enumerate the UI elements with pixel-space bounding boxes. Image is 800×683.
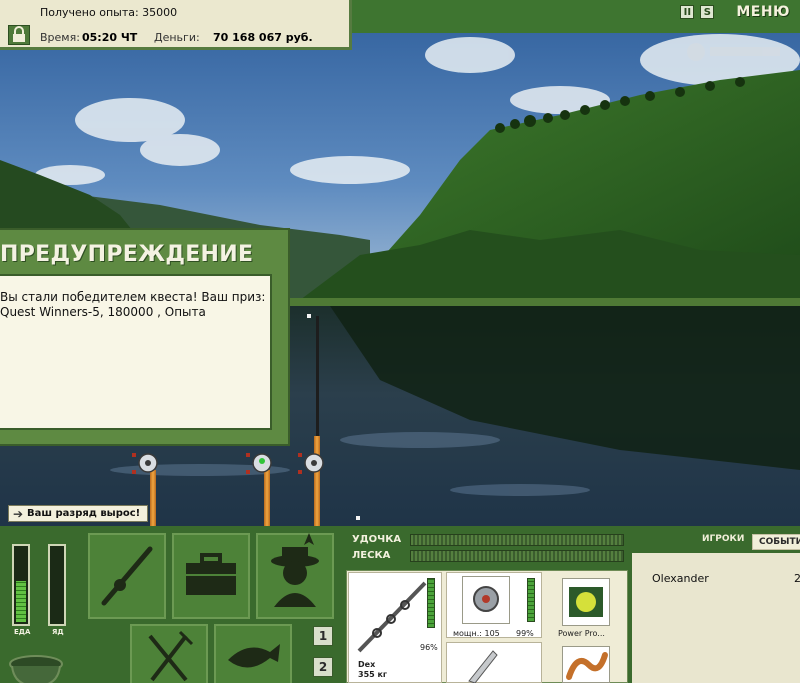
fishing-line-spool-icon [569, 587, 603, 617]
food-gauge [12, 544, 30, 626]
poison-label: ЯД [52, 628, 64, 636]
menu-button[interactable]: МЕНЮ [736, 4, 790, 20]
fisherman-icon [271, 547, 319, 607]
time-label: Время: [40, 31, 80, 44]
rank-up-notice[interactable]: ➔ Ваш разряд вырос! [8, 505, 148, 522]
page-2-button[interactable]: 2 [313, 657, 333, 677]
money-value: 70 168 067 руб. [213, 31, 313, 44]
fisherman-button[interactable] [256, 533, 334, 619]
rods-button[interactable] [88, 533, 166, 619]
sound-icon: S [703, 6, 711, 18]
player-value: 2 [794, 572, 800, 585]
bait-slot[interactable] [562, 646, 610, 683]
line-name: Power Pro... [558, 629, 605, 638]
rod-durability-gauge [427, 578, 435, 628]
arrow-up-icon [304, 533, 314, 545]
fish-icon [228, 644, 280, 668]
rod-name: Dex [358, 660, 376, 669]
reel-power: мощн.: 105 [453, 629, 500, 638]
pause-icon: II [683, 6, 692, 18]
line-slot[interactable] [562, 578, 610, 626]
reel-icon[interactable] [296, 448, 332, 478]
fishing-rod-2[interactable] [264, 470, 270, 526]
food-label: ЕДА [14, 628, 31, 636]
xp-received-text: Получено опыта: 35000 [40, 6, 178, 19]
dialog-message-line2: Quest Winners-5, 180000 , Опыта [0, 305, 206, 319]
dialog-title: ПРЕДУПРЕЖДЕНИЕ [0, 242, 254, 267]
rod-weight: 355 кг [358, 670, 388, 679]
reel-icon[interactable] [130, 448, 166, 478]
food-button[interactable] [130, 624, 208, 683]
money-label: Деньги: [154, 31, 200, 44]
spinning-reel-icon [473, 586, 499, 612]
page-1-button[interactable]: 1 [313, 626, 333, 646]
dialog-body: Вы стали победителем квеста! Ваш приз: Q… [0, 274, 272, 430]
rod-tension-bar [410, 534, 624, 546]
rod-percent: 96% [420, 643, 438, 652]
tackle-box-button[interactable] [172, 533, 250, 619]
food-gauge-fill [16, 581, 26, 622]
reel-percent: 99% [516, 629, 534, 638]
rod-bar-label: УДОЧКА [352, 534, 402, 545]
knife-icon [468, 650, 498, 683]
catch-button[interactable] [214, 624, 292, 683]
player-name[interactable]: Olexander [652, 572, 709, 585]
rank-up-text: Ваш разряд вырос! [27, 508, 141, 519]
arrow-right-icon: ➔ [12, 506, 24, 521]
reel-thumbnail [462, 576, 510, 624]
sound-button[interactable]: S [700, 5, 715, 19]
dialog-message-line1: Вы стали победителем квеста! Ваш приз: [0, 290, 266, 304]
lock-button[interactable] [8, 25, 30, 45]
tackle-box-icon [186, 553, 236, 595]
warning-dialog: ПРЕДУПРЕЖДЕНИЕ Вы стали победителем квес… [0, 228, 290, 446]
tab-events[interactable]: СОБЫТИЯ [752, 534, 800, 550]
player-info-panel: Получено опыта: 35000 Время: 05:20 ЧТ Де… [0, 0, 352, 50]
fork-knife-icon [148, 630, 194, 682]
tab-players[interactable]: ИГРОКИ [702, 534, 744, 544]
worm-bait-icon [566, 652, 608, 680]
lock-icon [13, 26, 25, 42]
fishing-rod-1[interactable] [150, 470, 156, 526]
reel-durability-gauge [527, 578, 535, 622]
pause-button[interactable]: II [680, 5, 695, 19]
fishing-rod-icon [101, 546, 153, 606]
line-tension-bar [410, 550, 624, 562]
players-panel: ИГРОКИ СОБЫТИЯ Olexander 2 [632, 526, 800, 683]
reel-active-icon[interactable] [244, 448, 280, 478]
cauldron-icon[interactable] [4, 650, 68, 683]
time-value: 05:20 ЧТ [82, 31, 138, 44]
line-bar-label: ЛЕСКА [352, 550, 391, 561]
top-controls: II S МЕНЮ [680, 4, 790, 20]
rod-tip-3 [316, 316, 319, 436]
dialog-message: Вы стали победителем квеста! Ваш приз: Q… [0, 290, 265, 320]
hook-slot[interactable] [446, 642, 542, 683]
poison-gauge [48, 544, 66, 626]
